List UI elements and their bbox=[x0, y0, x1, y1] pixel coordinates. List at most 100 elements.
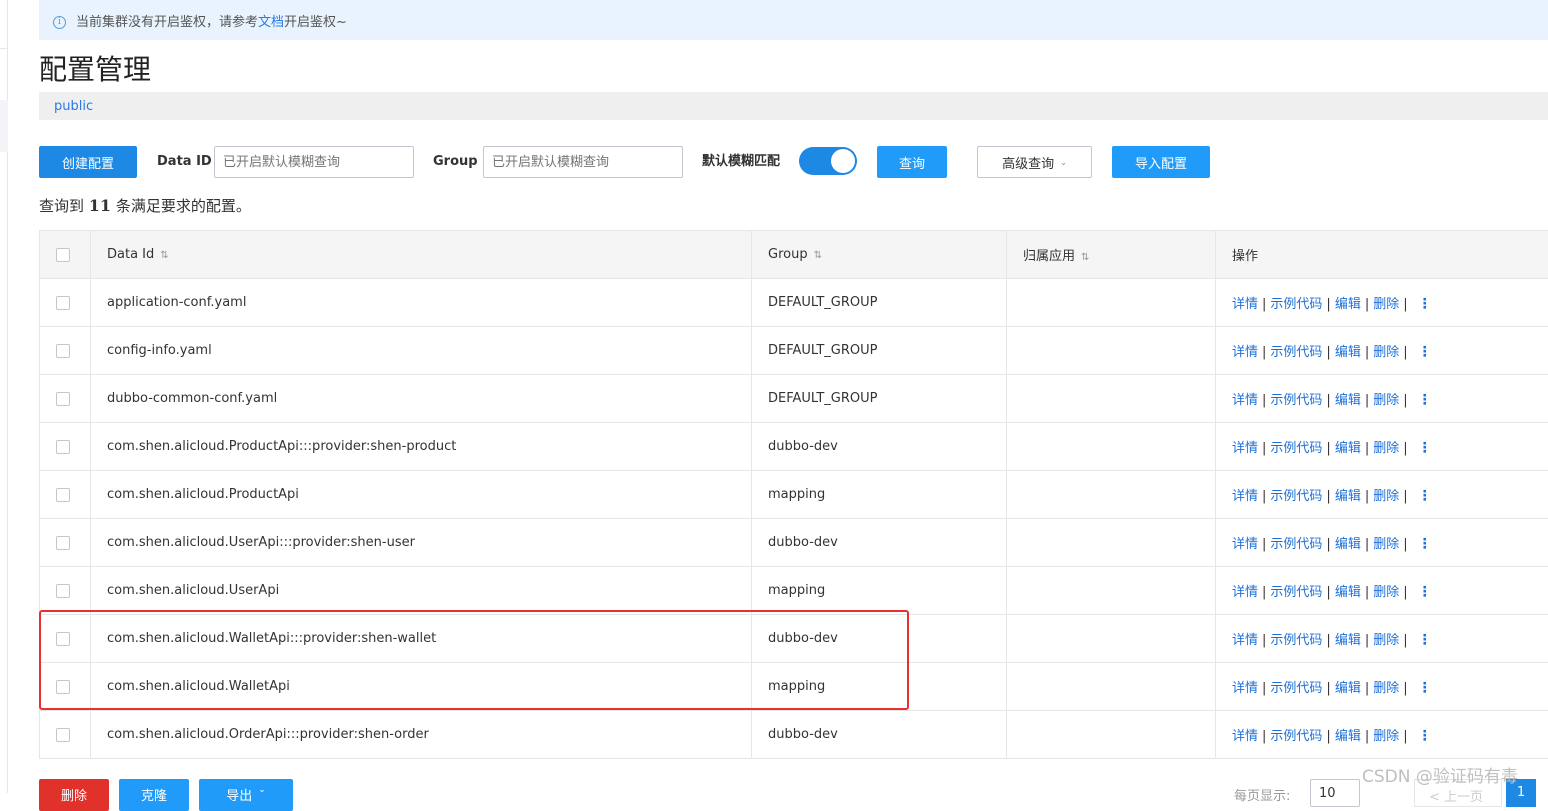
delete-link[interactable]: 删除 bbox=[1373, 681, 1399, 696]
delete-link[interactable]: 删除 bbox=[1373, 393, 1399, 408]
detail-link[interactable]: 详情 bbox=[1232, 633, 1258, 648]
sample-code-link[interactable]: 示例代码 bbox=[1270, 729, 1322, 744]
cell-ops: 详情|示例代码|编辑|删除|⋮ bbox=[1216, 711, 1548, 759]
row-checkbox[interactable] bbox=[56, 440, 70, 454]
delete-link[interactable]: 删除 bbox=[1373, 345, 1399, 360]
more-vertical-icon[interactable]: ⋮ bbox=[1418, 536, 1432, 552]
more-vertical-icon[interactable]: ⋮ bbox=[1418, 680, 1432, 696]
more-vertical-icon[interactable]: ⋮ bbox=[1418, 392, 1432, 408]
sort-icon[interactable]: ⇅ bbox=[814, 250, 822, 261]
cell-ops: 详情|示例代码|编辑|删除|⋮ bbox=[1216, 663, 1548, 711]
edit-link[interactable]: 编辑 bbox=[1335, 489, 1361, 504]
edit-link[interactable]: 编辑 bbox=[1335, 729, 1361, 744]
group-input[interactable] bbox=[483, 146, 683, 178]
export-button[interactable]: 导出 ⌄ bbox=[199, 779, 293, 811]
detail-link[interactable]: 详情 bbox=[1232, 441, 1258, 456]
more-vertical-icon[interactable]: ⋮ bbox=[1418, 488, 1432, 504]
ops-separator: | bbox=[1262, 393, 1266, 408]
edit-link[interactable]: 编辑 bbox=[1335, 681, 1361, 696]
delete-link[interactable]: 删除 bbox=[1373, 297, 1399, 312]
table-row: dubbo-common-conf.yamlDEFAULT_GROUP详情|示例… bbox=[40, 375, 1548, 423]
column-app[interactable]: 归属应用⇅ bbox=[1007, 231, 1216, 279]
delete-link[interactable]: 删除 bbox=[1373, 585, 1399, 600]
more-vertical-icon[interactable]: ⋮ bbox=[1418, 728, 1432, 744]
cell-app bbox=[1007, 519, 1216, 567]
delete-link[interactable]: 删除 bbox=[1373, 489, 1399, 504]
detail-link[interactable]: 详情 bbox=[1232, 729, 1258, 744]
more-vertical-icon[interactable]: ⋮ bbox=[1418, 344, 1432, 360]
row-checkbox[interactable] bbox=[56, 584, 70, 598]
sample-code-link[interactable]: 示例代码 bbox=[1270, 585, 1322, 600]
sort-icon[interactable]: ⇅ bbox=[160, 250, 168, 261]
delete-link[interactable]: 删除 bbox=[1373, 729, 1399, 744]
edit-link[interactable]: 编辑 bbox=[1335, 297, 1361, 312]
create-config-button[interactable]: 创建配置 bbox=[39, 146, 137, 178]
namespace-public[interactable]: public bbox=[54, 99, 93, 114]
export-label: 导出 bbox=[226, 785, 252, 804]
table-row: com.shen.alicloud.ProductApimapping详情|示例… bbox=[40, 471, 1548, 519]
sample-code-link[interactable]: 示例代码 bbox=[1270, 537, 1322, 552]
ops-separator: | bbox=[1403, 297, 1407, 312]
ops-separator: | bbox=[1365, 633, 1369, 648]
cell-data-id: com.shen.alicloud.OrderApi:::provider:sh… bbox=[91, 711, 752, 759]
more-vertical-icon[interactable]: ⋮ bbox=[1418, 632, 1432, 648]
row-checkbox[interactable] bbox=[56, 344, 70, 358]
detail-link[interactable]: 详情 bbox=[1232, 537, 1258, 552]
clone-button[interactable]: 克隆 bbox=[119, 779, 189, 811]
edit-link[interactable]: 编辑 bbox=[1335, 633, 1361, 648]
detail-link[interactable]: 详情 bbox=[1232, 345, 1258, 360]
row-checkbox[interactable] bbox=[56, 680, 70, 694]
row-checkbox[interactable] bbox=[56, 488, 70, 502]
more-vertical-icon[interactable]: ⋮ bbox=[1418, 296, 1432, 312]
sort-icon[interactable]: ⇅ bbox=[1081, 252, 1089, 263]
delete-link[interactable]: 删除 bbox=[1373, 537, 1399, 552]
notice-doc-link[interactable]: 文档 bbox=[258, 11, 284, 30]
page-size-select[interactable]: 10 bbox=[1310, 779, 1360, 807]
sample-code-link[interactable]: 示例代码 bbox=[1270, 393, 1322, 408]
edit-link[interactable]: 编辑 bbox=[1335, 585, 1361, 600]
ops-separator: | bbox=[1403, 681, 1407, 696]
sample-code-link[interactable]: 示例代码 bbox=[1270, 345, 1322, 360]
detail-link[interactable]: 详情 bbox=[1232, 489, 1258, 504]
detail-link[interactable]: 详情 bbox=[1232, 585, 1258, 600]
table-row: com.shen.alicloud.OrderApi:::provider:sh… bbox=[40, 711, 1548, 759]
table-row: com.shen.alicloud.UserApi:::provider:she… bbox=[40, 519, 1548, 567]
import-config-button[interactable]: 导入配置 bbox=[1112, 146, 1210, 178]
row-checkbox[interactable] bbox=[56, 728, 70, 742]
cell-app bbox=[1007, 279, 1216, 327]
notice-suffix: 开启鉴权~ bbox=[284, 11, 347, 30]
row-checkbox[interactable] bbox=[56, 296, 70, 310]
sample-code-link[interactable]: 示例代码 bbox=[1270, 489, 1322, 504]
row-checkbox[interactable] bbox=[56, 536, 70, 550]
query-button[interactable]: 查询 bbox=[877, 146, 947, 178]
row-checkbox[interactable] bbox=[56, 632, 70, 646]
delete-link[interactable]: 删除 bbox=[1373, 633, 1399, 648]
edit-link[interactable]: 编辑 bbox=[1335, 441, 1361, 456]
edit-link[interactable]: 编辑 bbox=[1335, 345, 1361, 360]
detail-link[interactable]: 详情 bbox=[1232, 681, 1258, 696]
edit-link[interactable]: 编辑 bbox=[1335, 537, 1361, 552]
fuzzy-match-toggle[interactable] bbox=[799, 147, 857, 175]
sample-code-link[interactable]: 示例代码 bbox=[1270, 297, 1322, 312]
data-id-input[interactable] bbox=[214, 146, 414, 178]
row-checkbox[interactable] bbox=[56, 392, 70, 406]
detail-link[interactable]: 详情 bbox=[1232, 297, 1258, 312]
more-vertical-icon[interactable]: ⋮ bbox=[1418, 584, 1432, 600]
sample-code-link[interactable]: 示例代码 bbox=[1270, 633, 1322, 648]
ops-separator: | bbox=[1403, 729, 1407, 744]
sidebar-active-item[interactable] bbox=[0, 100, 8, 152]
ops-separator: | bbox=[1365, 345, 1369, 360]
delete-link[interactable]: 删除 bbox=[1373, 441, 1399, 456]
column-group[interactable]: Group⇅ bbox=[752, 231, 1007, 279]
sample-code-link[interactable]: 示例代码 bbox=[1270, 441, 1322, 456]
more-vertical-icon[interactable]: ⋮ bbox=[1418, 440, 1432, 456]
edit-link[interactable]: 编辑 bbox=[1335, 393, 1361, 408]
column-data-id[interactable]: Data Id⇅ bbox=[91, 231, 752, 279]
cell-group: mapping bbox=[752, 567, 1007, 615]
advanced-query-button[interactable]: 高级查询 ⌄ bbox=[977, 146, 1092, 178]
batch-delete-button[interactable]: 删除 bbox=[39, 779, 109, 811]
sample-code-link[interactable]: 示例代码 bbox=[1270, 681, 1322, 696]
detail-link[interactable]: 详情 bbox=[1232, 393, 1258, 408]
select-all-checkbox[interactable] bbox=[56, 248, 70, 262]
auth-notice: i 当前集群没有开启鉴权，请参考 文档 开启鉴权~ bbox=[39, 0, 1548, 40]
